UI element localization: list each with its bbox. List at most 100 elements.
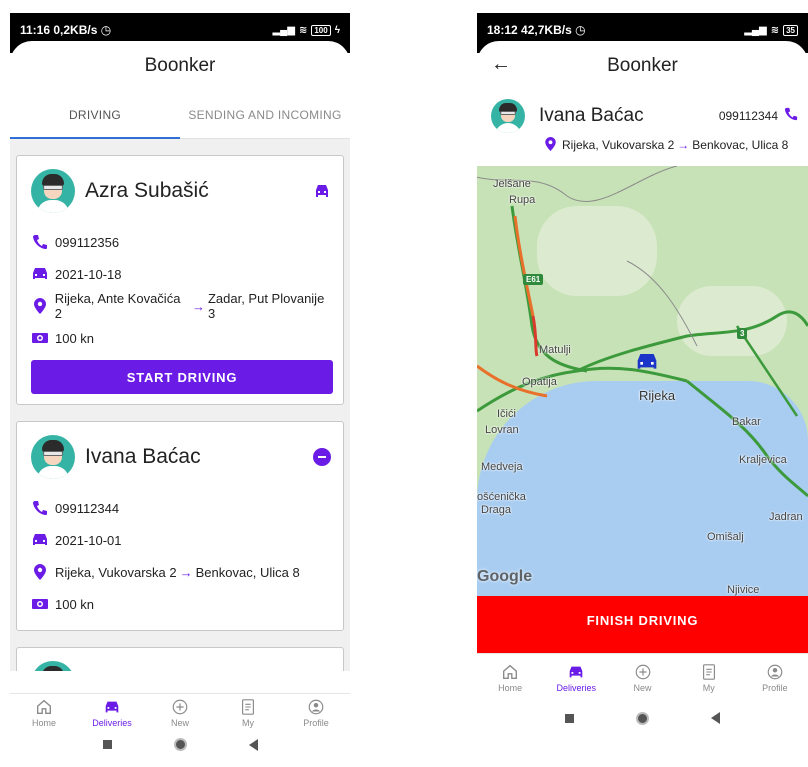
nav-my[interactable]: My bbox=[214, 694, 282, 731]
map-label: Opatija bbox=[522, 376, 557, 388]
route-row: Rijeka, Vukovarska 2 → Benkovac, Ulica 8 bbox=[491, 133, 798, 157]
price: 100 kn bbox=[55, 596, 95, 612]
nav-deliveries[interactable]: Deliveries bbox=[543, 654, 609, 701]
google-logo: Google bbox=[477, 568, 533, 585]
map-label: ošćenička bbox=[477, 491, 526, 503]
map-label: Lovran bbox=[485, 424, 519, 436]
back-arrow-icon[interactable]: ← bbox=[491, 53, 511, 76]
start-driving-button[interactable]: START DRIVING bbox=[31, 360, 333, 394]
money-icon bbox=[31, 329, 49, 347]
profile-icon bbox=[767, 664, 783, 679]
nav-new[interactable]: New bbox=[146, 694, 214, 731]
right-phone-screen: 18:12 42,7KB/s ◷ ▂▄▆ ≋ 35 ← Boonker Ivan… bbox=[477, 13, 808, 758]
battery-icon: 35 bbox=[783, 24, 798, 36]
road-badge-e61: E61 bbox=[523, 274, 544, 285]
alarm-icon: ◷ bbox=[100, 23, 112, 37]
tab-sending-and-incoming[interactable]: SENDING AND INCOMING bbox=[180, 91, 350, 138]
nav-profile[interactable]: Profile bbox=[282, 694, 350, 731]
delivery-card[interactable] bbox=[16, 647, 344, 671]
route-to: Zadar, Put Plovanije 3 bbox=[207, 291, 325, 321]
recents-icon[interactable] bbox=[102, 740, 112, 749]
customer-name: Ivana Baćac bbox=[539, 105, 644, 126]
app-title: Boonker bbox=[607, 55, 678, 76]
system-navigation bbox=[477, 703, 808, 733]
car-icon bbox=[105, 701, 119, 712]
price-row: 100 kn bbox=[31, 588, 333, 620]
document-icon bbox=[702, 663, 715, 680]
back-system-icon[interactable] bbox=[711, 712, 720, 724]
phone-icon[interactable] bbox=[784, 107, 798, 126]
home-system-icon[interactable] bbox=[636, 711, 649, 725]
status-time: 18:12 bbox=[487, 23, 518, 37]
delivery-card[interactable]: Ivana Baćac 099112344 2021-10-01 Rijeka,… bbox=[16, 421, 344, 631]
road-badge-3: 3 bbox=[737, 328, 748, 339]
route-to: Benkovac, Ulica 8 bbox=[692, 138, 789, 152]
date-row: 2021-10-01 bbox=[31, 524, 333, 556]
delivery-detail-header: Ivana Baćac 099112344 Rijeka, Vukovarska… bbox=[477, 91, 808, 166]
arrow-right-icon: → bbox=[179, 564, 193, 580]
car-icon[interactable] bbox=[311, 180, 333, 202]
phone-number: 099112344 bbox=[718, 109, 778, 123]
map-label: Kraljevica bbox=[739, 454, 787, 466]
avatar bbox=[491, 99, 525, 133]
map-label: Draga bbox=[481, 504, 511, 516]
delivery-card[interactable]: Azra Subašić 099112356 2021-10-18 Rijeka… bbox=[16, 155, 344, 405]
minus-circle-icon[interactable] bbox=[311, 446, 333, 468]
avatar bbox=[31, 661, 75, 671]
date-row: 2021-10-18 bbox=[31, 258, 333, 290]
home-system-icon[interactable] bbox=[173, 738, 187, 751]
nav-label: New bbox=[633, 682, 652, 693]
bottom-navigation: Home Deliveries New My Profile bbox=[10, 693, 350, 731]
map-label: Matulji bbox=[539, 344, 571, 356]
map-label: Jadran bbox=[769, 511, 803, 523]
map-label: Bakar bbox=[732, 416, 761, 428]
delivery-date: 2021-10-18 bbox=[55, 266, 122, 282]
status-speed: 0,2KB/s bbox=[53, 23, 98, 37]
left-phone-screen: 11:16 0,2KB/s ◷ ▂▄▆ ≋ 100 ϟ Boonker DRIV… bbox=[10, 13, 350, 758]
nav-my[interactable]: My bbox=[676, 654, 742, 701]
route-from: Rijeka, Vukovarska 2 bbox=[55, 564, 177, 580]
nav-label: Home bbox=[31, 717, 56, 728]
system-navigation bbox=[10, 731, 350, 758]
plus-circle-icon bbox=[172, 699, 188, 714]
location-pin-icon bbox=[545, 136, 556, 154]
signal-icon: ▂▄▆ bbox=[272, 24, 295, 36]
nav-label: Deliveries bbox=[92, 717, 132, 728]
delivery-list[interactable]: Azra Subašić 099112356 2021-10-18 Rijeka… bbox=[10, 139, 350, 671]
route-from: Rijeka, Ante Kovačića 2 bbox=[54, 291, 181, 321]
phone-number: 099112344 bbox=[55, 500, 120, 516]
nav-label: My bbox=[242, 717, 254, 728]
car-icon bbox=[31, 265, 49, 283]
phone-row: 099112356 bbox=[31, 226, 333, 258]
location-pin-icon bbox=[31, 297, 49, 315]
route-row: Rijeka, Vukovarska 2 → Benkovac, Ulica 8 bbox=[31, 556, 333, 588]
plus-circle-icon bbox=[635, 664, 650, 679]
recents-icon[interactable] bbox=[565, 713, 574, 723]
car-icon bbox=[31, 531, 49, 549]
back-system-icon[interactable] bbox=[248, 738, 258, 751]
route-to: Benkovac, Ulica 8 bbox=[195, 564, 300, 580]
nav-home[interactable]: Home bbox=[477, 654, 543, 701]
tab-bar: DRIVING SENDING AND INCOMING bbox=[10, 91, 350, 139]
nav-label: Deliveries bbox=[556, 682, 597, 693]
route-map[interactable]: E61 3 Jelšane Rupa Matulji Opatija Rijek… bbox=[477, 166, 808, 596]
nav-label: New bbox=[170, 717, 189, 728]
phone-icon bbox=[31, 499, 49, 517]
car-marker-icon[interactable] bbox=[635, 352, 659, 377]
wifi-icon: ≋ bbox=[298, 24, 308, 36]
tab-driving[interactable]: DRIVING bbox=[10, 91, 180, 139]
nav-deliveries[interactable]: Deliveries bbox=[78, 694, 146, 731]
map-label: Omišalj bbox=[707, 531, 744, 543]
app-bar: ← Boonker bbox=[477, 41, 808, 91]
map-label: Rijeka bbox=[639, 388, 676, 403]
nav-label: Profile bbox=[303, 717, 329, 728]
delivery-date: 2021-10-01 bbox=[55, 532, 122, 548]
map-label: Medveja bbox=[481, 461, 523, 473]
nav-new[interactable]: New bbox=[609, 654, 675, 701]
nav-home[interactable]: Home bbox=[10, 694, 78, 731]
route-from: Rijeka, Vukovarska 2 bbox=[562, 138, 675, 152]
status-speed: 42,7KB/s bbox=[521, 23, 572, 37]
car-icon bbox=[569, 666, 583, 677]
nav-profile[interactable]: Profile bbox=[742, 654, 808, 701]
phone-row: 099112344 bbox=[31, 492, 333, 524]
